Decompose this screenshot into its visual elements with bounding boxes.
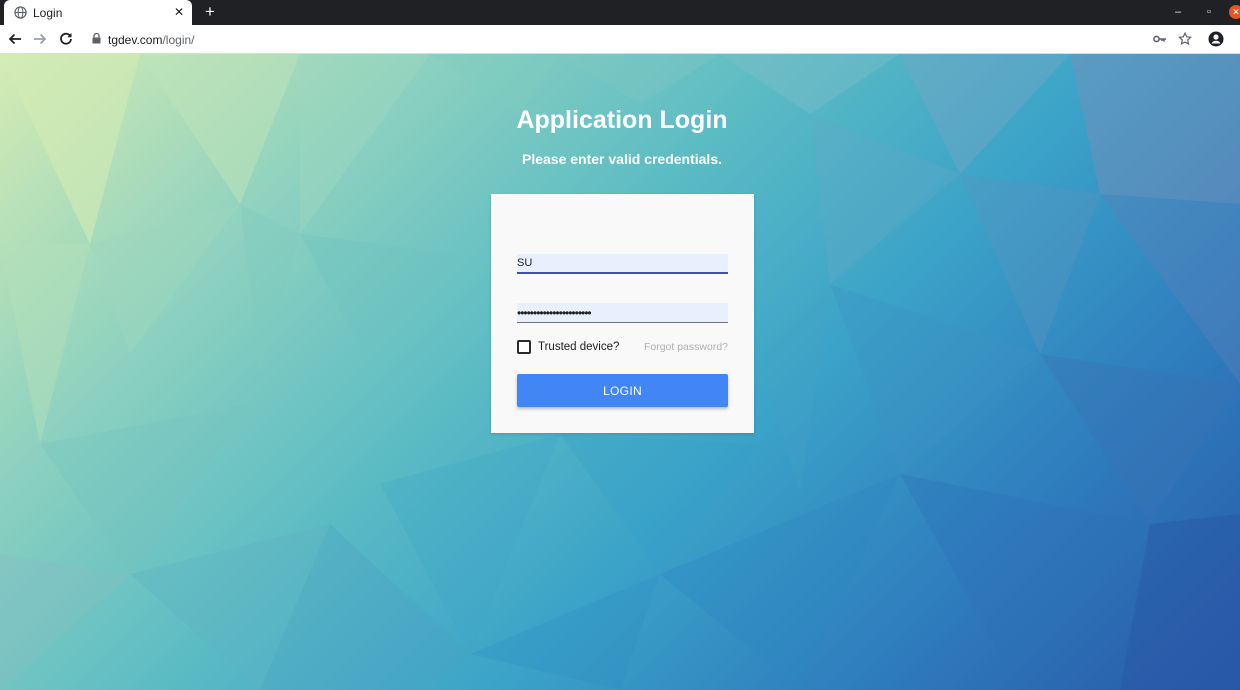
plus-icon[interactable]: + <box>201 3 219 21</box>
login-card: Trusted device? Forgot password? LOGIN <box>491 194 754 433</box>
password-input[interactable] <box>517 303 728 323</box>
key-icon[interactable] <box>1150 29 1170 49</box>
browser-tab[interactable]: Login ✕ <box>4 0 192 25</box>
page-title: Application Login <box>516 106 728 134</box>
back-icon[interactable] <box>5 29 25 49</box>
globe-icon <box>13 6 27 20</box>
page-subtitle: Please enter valid credentials. <box>522 151 722 167</box>
reload-icon[interactable] <box>56 29 76 49</box>
browser-toolbar: tgdev.com/login/ <box>0 25 1240 54</box>
trusted-device-label: Trusted device? <box>538 341 620 353</box>
login-page: Application Login Please enter valid cre… <box>0 54 1240 690</box>
star-icon[interactable] <box>1175 29 1195 49</box>
trusted-device-option[interactable]: Trusted device? <box>517 340 619 354</box>
lock-icon <box>92 32 101 47</box>
url-path: /login/ <box>162 32 195 47</box>
login-button[interactable]: LOGIN <box>517 374 728 407</box>
maximize-button[interactable]: ▫ <box>1203 5 1215 19</box>
browser-tab-strip: Login ✕ + – ▫ ✕ <box>0 0 1240 25</box>
window-close-button[interactable]: ✕ <box>1229 5 1240 19</box>
forgot-password-link[interactable]: Forgot password? <box>644 341 728 353</box>
tab-title: Login <box>33 5 63 20</box>
address-bar[interactable]: tgdev.com/login/ <box>92 30 195 49</box>
forward-icon[interactable] <box>30 29 50 49</box>
url-host: tgdev.com <box>108 32 163 47</box>
minimize-button[interactable]: – <box>1172 5 1184 19</box>
account-icon[interactable] <box>1206 29 1226 49</box>
close-icon[interactable]: ✕ <box>172 5 186 19</box>
trusted-device-checkbox[interactable] <box>517 340 531 354</box>
username-input[interactable] <box>517 254 728 274</box>
